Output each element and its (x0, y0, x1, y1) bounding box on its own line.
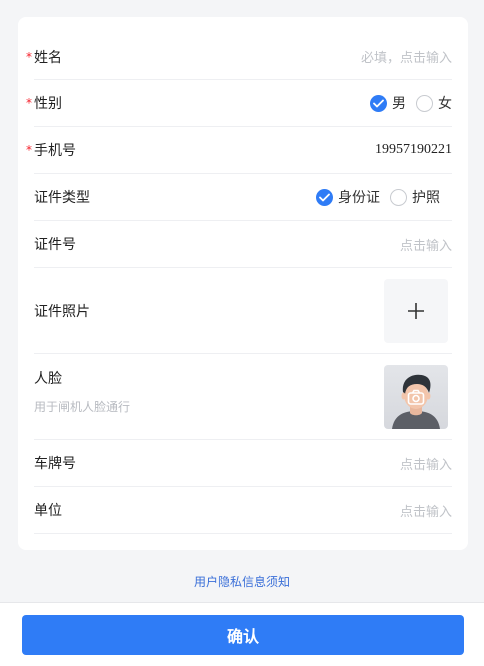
id-type-options: 身份证 护照 (306, 187, 440, 207)
name-row[interactable]: * 姓名 必填，点击输入 (26, 34, 452, 80)
checked-radio-icon[interactable] (370, 94, 387, 112)
plate-row[interactable]: 车牌号 点击输入 (34, 440, 452, 487)
id-number-input[interactable]: 点击输入 (400, 235, 452, 254)
id-type-label-wrap: 证件类型 (34, 187, 90, 207)
confirm-button[interactable]: 确认 (22, 615, 464, 655)
id-photo-row: 证件照片 (34, 268, 452, 354)
id-number-row[interactable]: 证件号 点击输入 (34, 221, 452, 268)
plate-label-wrap: 车牌号 (34, 453, 76, 473)
phone-input[interactable]: 19957190221 (375, 142, 452, 158)
unit-row[interactable]: 单位 点击输入 (34, 487, 452, 534)
unit-label: 单位 (34, 503, 62, 519)
gender-row: * 性别 男 女 (26, 80, 452, 127)
name-label-wrap: * 姓名 (26, 47, 62, 67)
plus-icon (408, 302, 424, 319)
form-card: * 姓名 必填，点击输入 * 性别 男 女 * 手机号 19957190221 … (18, 17, 468, 550)
face-row: 人脸 用于闸机人脸通行 (34, 354, 452, 440)
id-photo-label: 证件照片 (34, 303, 90, 320)
checked-radio-icon[interactable] (316, 188, 333, 206)
face-label-wrap: 人脸 用于闸机人脸通行 (34, 368, 130, 415)
id-number-label: 证件号 (34, 237, 76, 253)
face-label: 人脸 (34, 371, 62, 387)
plate-input[interactable]: 点击输入 (400, 454, 452, 473)
id-type-row: 证件类型 身份证 护照 (34, 174, 452, 221)
required-mark: * (26, 143, 32, 157)
gender-option-male[interactable]: 男 (370, 93, 406, 113)
id-photo-upload-button[interactable] (384, 278, 448, 343)
gender-option-female[interactable]: 女 (416, 93, 452, 113)
gender-label: 性别 (34, 96, 62, 112)
id-type-label: 证件类型 (34, 190, 90, 206)
phone-label-wrap: * 手机号 (26, 140, 76, 160)
id-type-option-passport[interactable]: 护照 (390, 187, 440, 207)
face-hint: 用于闸机人脸通行 (34, 400, 131, 414)
gender-option-label: 女 (438, 96, 452, 112)
id-photo-label-wrap: 证件照片 (34, 301, 90, 321)
gender-options: 男 女 (360, 93, 452, 113)
id-type-option-label: 身份证 (338, 190, 380, 206)
gender-label-wrap: * 性别 (26, 93, 62, 113)
face-upload-button[interactable] (384, 364, 448, 429)
phone-row[interactable]: * 手机号 19957190221 (26, 127, 452, 174)
name-label: 姓名 (34, 49, 62, 66)
footer-bar: 确认 (0, 602, 484, 666)
required-mark: * (26, 96, 32, 110)
required-mark: * (26, 49, 32, 64)
gender-option-label: 男 (392, 96, 406, 112)
privacy-link[interactable]: 用户隐私信息须知 (0, 573, 484, 590)
plate-label: 车牌号 (34, 456, 76, 472)
name-input[interactable]: 必填，点击输入 (361, 47, 452, 66)
unit-label-wrap: 单位 (34, 500, 62, 520)
unchecked-radio-icon[interactable] (390, 188, 407, 206)
id-type-option-label: 护照 (412, 190, 440, 206)
unchecked-radio-icon[interactable] (416, 94, 433, 112)
phone-label: 手机号 (34, 143, 76, 159)
avatar-placeholder (392, 374, 440, 429)
id-type-option-idcard[interactable]: 身份证 (316, 187, 380, 207)
id-number-label-wrap: 证件号 (34, 234, 76, 254)
unit-input[interactable]: 点击输入 (400, 501, 452, 520)
